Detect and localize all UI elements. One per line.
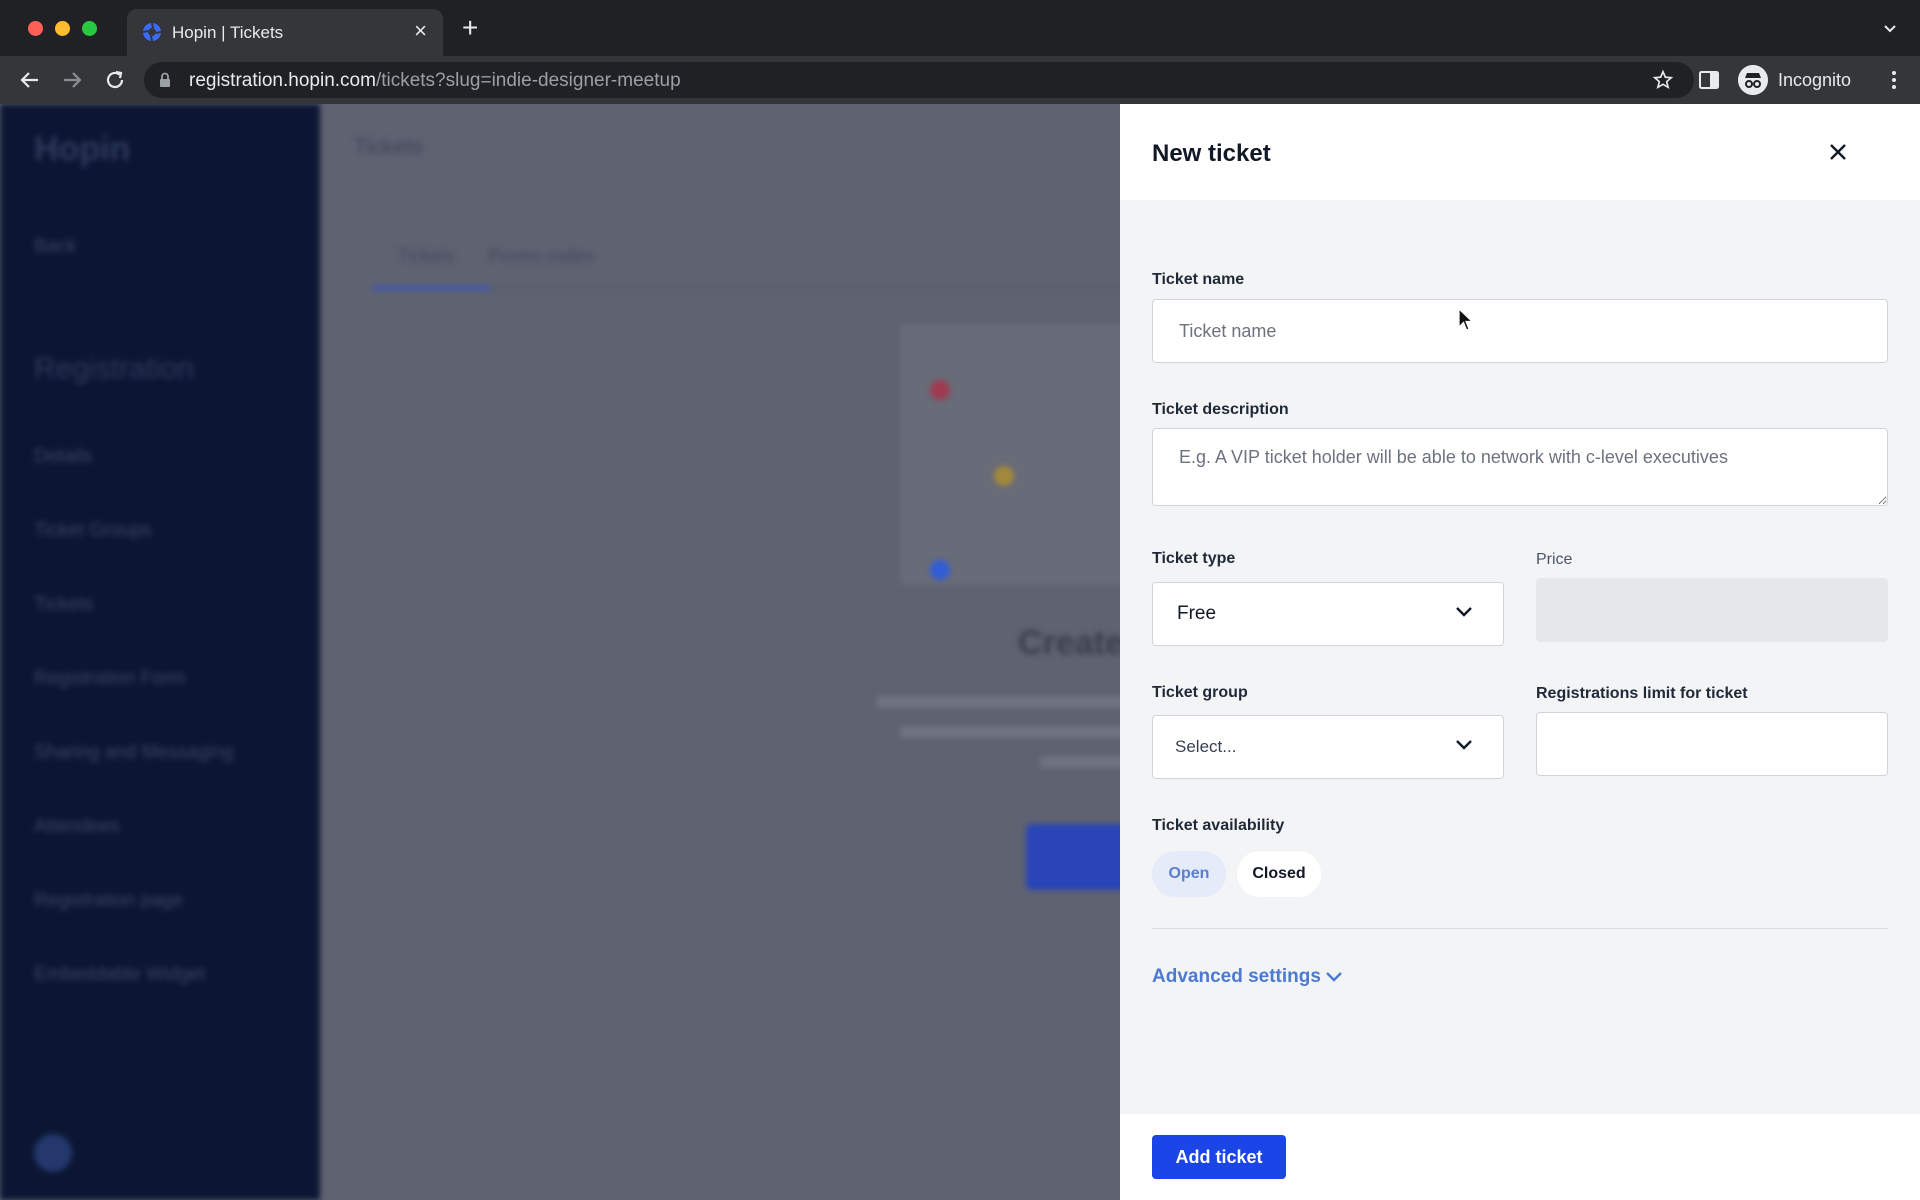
background-page-title: Tickets (354, 134, 423, 159)
lock-icon (160, 72, 170, 87)
mouse-cursor-icon (1458, 308, 1474, 331)
tab-search-chevron-icon[interactable] (1882, 20, 1898, 36)
hopin-favicon-icon (142, 22, 162, 42)
ticket-name-input[interactable] (1152, 299, 1888, 363)
browser-menu-icon[interactable] (1882, 68, 1906, 92)
sidebar-item-ticket-groups: Ticket Groups (34, 520, 152, 541)
availability-open-option[interactable]: Open (1152, 851, 1226, 897)
ticket-group-label: Ticket group (1152, 684, 1248, 701)
background-main: Tickets Tickets Promo codes Create (320, 104, 1152, 1200)
url-text[interactable]: registration.hopin.com/tickets?slug=indi… (189, 70, 681, 92)
sidebar-item-registration-page: Registration page (34, 890, 183, 911)
ticket-type-label: Ticket type (1152, 550, 1236, 567)
close-icon[interactable] (1823, 137, 1853, 167)
empty-state-text-line (876, 696, 1136, 708)
chevron-down-icon (1456, 740, 1472, 750)
sidebar-item-tickets: Tickets (34, 594, 94, 615)
back-arrow-icon[interactable] (18, 68, 42, 92)
address-bar[interactable]: registration.hopin.com/tickets?slug=indi… (144, 62, 1694, 98)
new-tab-icon[interactable]: + (462, 14, 478, 42)
illustration-dot-blue (930, 560, 950, 580)
bookmark-star-icon[interactable] (1652, 69, 1674, 91)
advanced-settings-toggle[interactable]: Advanced settings (1152, 966, 1321, 988)
sidebar-item-details: Details (34, 446, 93, 467)
drawer-footer: Add ticket (1120, 1114, 1920, 1200)
user-avatar (34, 1134, 72, 1172)
sidebar-section-title: Registration (34, 352, 195, 385)
drawer-header: New ticket (1120, 104, 1920, 200)
ticket-group-placeholder: Select... (1175, 737, 1237, 756)
sidebar-item-attendees: Attendees (34, 816, 120, 837)
background-sidebar: Hopin Back Registration Details Ticket G… (0, 104, 320, 1200)
browser-toolbar: registration.hopin.com/tickets?slug=indi… (0, 56, 1920, 104)
registrations-limit-label: Registrations limit for ticket (1536, 685, 1748, 702)
tab-close-icon[interactable]: × (414, 19, 427, 43)
page-viewport: Hopin Back Registration Details Ticket G… (0, 104, 1920, 1200)
reload-icon[interactable] (103, 68, 127, 92)
chevron-down-icon[interactable] (1325, 970, 1343, 984)
availability-closed-option[interactable]: Closed (1237, 851, 1321, 897)
ticket-description-textarea[interactable] (1152, 428, 1888, 506)
ticket-group-select[interactable]: Select... (1152, 715, 1504, 779)
url-host: registration.hopin.com (189, 70, 376, 91)
chevron-down-icon (1456, 607, 1472, 617)
empty-state-illustration (900, 324, 1140, 586)
illustration-dot-yellow (994, 466, 1014, 486)
back-link: Back (34, 236, 77, 257)
illustration-dot-red (930, 380, 950, 400)
background-tab-tickets: Tickets (398, 246, 455, 266)
window-minimize-button[interactable] (55, 21, 70, 36)
incognito-label: Incognito (1778, 70, 1852, 90)
window-maximize-button[interactable] (82, 21, 97, 36)
browser-tab-bar: Hopin | Tickets × + (0, 0, 1920, 56)
ticket-type-select[interactable]: Free (1152, 582, 1504, 646)
sidebar-item-registration-form: Registration Form (34, 668, 185, 689)
incognito-profile-button[interactable]: Incognito (1738, 62, 1866, 98)
sidebar-item-embeddable-widget: Embeddable Widget (34, 964, 206, 985)
section-divider (1152, 928, 1888, 929)
forward-arrow-icon[interactable] (60, 68, 84, 92)
drawer-title: New ticket (1152, 140, 1271, 167)
tab-active-indicator (372, 286, 490, 290)
hopin-logo: Hopin (34, 130, 131, 168)
background-tab-promo-codes: Promo codes (488, 246, 595, 266)
side-panel-icon[interactable] (1698, 69, 1720, 91)
ticket-type-value: Free (1177, 603, 1217, 624)
browser-tab[interactable]: Hopin | Tickets × (127, 9, 443, 56)
price-label: Price (1536, 551, 1573, 568)
empty-state-heading: Create (1018, 624, 1124, 662)
new-ticket-drawer: New ticket Ticket name Ticket descriptio… (1120, 104, 1920, 1200)
url-path: /tickets?slug=indie-designer-meetup (375, 70, 681, 91)
sidebar-item-sharing: Sharing and Messaging (34, 742, 234, 763)
price-input (1536, 578, 1888, 642)
window-close-button[interactable] (28, 21, 43, 36)
tab-title: Hopin | Tickets (172, 23, 284, 42)
empty-state-text-line (900, 726, 1130, 738)
incognito-icon (1738, 65, 1768, 95)
ticket-description-label: Ticket description (1152, 401, 1289, 418)
add-ticket-button[interactable]: Add ticket (1152, 1135, 1286, 1179)
ticket-name-label: Ticket name (1152, 271, 1245, 288)
ticket-availability-label: Ticket availability (1152, 817, 1285, 834)
registrations-limit-input[interactable] (1536, 712, 1888, 776)
